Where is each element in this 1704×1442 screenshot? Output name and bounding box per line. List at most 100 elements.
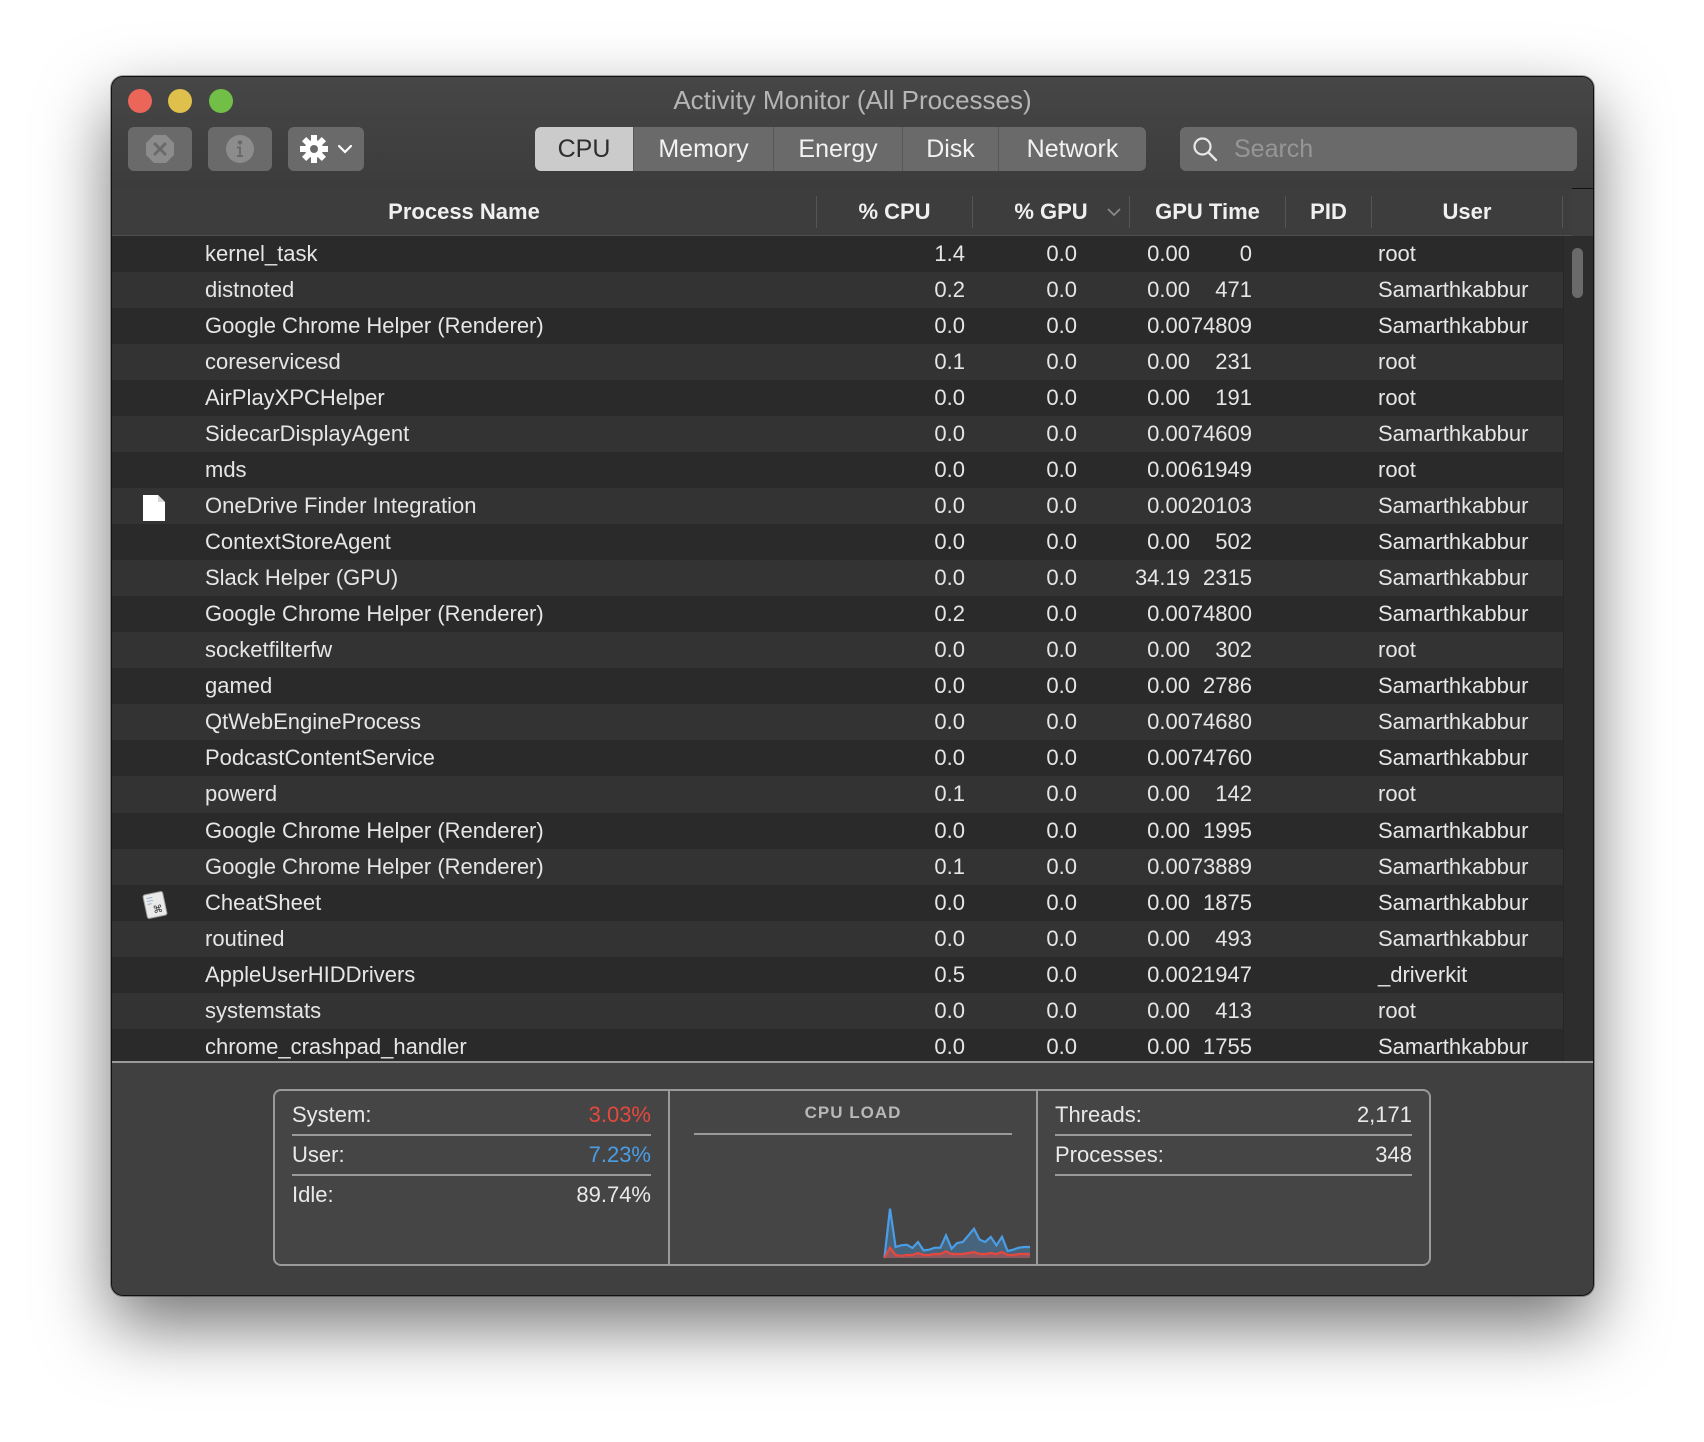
tab-network[interactable]: Network (999, 127, 1146, 171)
column-header-pid[interactable]: PID (1286, 188, 1371, 235)
cpu-percent: 0.5 (934, 961, 965, 987)
tab-cpu[interactable]: CPU (535, 127, 634, 171)
cpu-percent: 0.0 (934, 421, 965, 447)
user: root (1378, 997, 1416, 1023)
tab-energy[interactable]: Energy (774, 127, 903, 171)
processes-value: 348 (1375, 1142, 1412, 1167)
table-row[interactable]: OneDrive Finder Integration 0.0 0.0 0.00 201… (112, 488, 1563, 525)
gpu-percent: 0.0 (1046, 889, 1077, 915)
cpu-percent: 0.0 (934, 817, 965, 843)
gpu-percent: 0.0 (1046, 349, 1077, 375)
user: Samarthkabbur (1378, 925, 1529, 951)
cpu-load-title: CPU LOAD (694, 1099, 1012, 1135)
table-row[interactable]: SidecarDisplayAgent 0.0 0.0 0.00 74609 Samart… (112, 416, 1563, 453)
column-divider[interactable] (1562, 196, 1563, 228)
user: Samarthkabbur (1378, 601, 1529, 627)
user: Samarthkabbur (1378, 529, 1529, 555)
gpu-percent: 0.0 (1046, 745, 1077, 771)
table-row[interactable]: routined 0.0 0.0 0.00 493 Samarthkabbur (112, 920, 1563, 957)
table-row[interactable]: socketfilterfw 0.0 0.0 0.00 302 root (112, 632, 1563, 669)
table-row[interactable]: powerd 0.1 0.0 0.00 142 root (112, 776, 1563, 813)
process-name: Google Chrome Helper (Renderer) (205, 601, 544, 627)
table-row[interactable]: Google Chrome Helper (Renderer) 0.0 0.0 0.0… (112, 812, 1563, 849)
process-name: QtWebEngineProcess (205, 709, 422, 735)
view-options-button[interactable] (288, 127, 364, 171)
tab-memory[interactable]: Memory (634, 127, 774, 171)
table-row[interactable]: distnoted 0.2 0.0 0.00 471 Samarthkabbur (112, 272, 1563, 309)
gpu-time: 0.00 (1147, 493, 1190, 519)
user: Samarthkabbur (1378, 313, 1529, 339)
table-row[interactable]: chrome_crashpad_handler 0.0 0.0 0.00 1755 Sam… (112, 1028, 1563, 1061)
search-input[interactable] (1232, 133, 1556, 165)
column-header-gpu-time[interactable]: GPU Time (1130, 188, 1285, 235)
gpu-percent: 0.0 (1046, 817, 1077, 843)
gpu-time: 0.00 (1147, 349, 1190, 375)
user: root (1378, 781, 1416, 807)
table-row[interactable]: ⌘ CheatSheet 0.0 0.0 0.00 1875 Samarthkabbur (112, 884, 1563, 921)
cpu-percent: 0.0 (934, 1033, 965, 1059)
scrollbar-thumb[interactable] (1572, 248, 1583, 298)
pid: 2315 (1203, 565, 1252, 591)
table-header: Process Name % CPU % GPU GPU Time PID Us… (112, 188, 1572, 237)
threads-label: Threads: (1055, 1102, 1142, 1127)
column-header-cpu[interactable]: % CPU (817, 188, 972, 235)
column-header-gpu[interactable]: % GPU (973, 188, 1129, 235)
column-header-process-name[interactable]: Process Name (112, 188, 816, 235)
pid: 1995 (1203, 817, 1252, 843)
table-row[interactable]: ContextStoreAgent 0.0 0.0 0.00 502 Samarthkab… (112, 524, 1563, 561)
chevron-down-icon (337, 144, 353, 154)
pid: 74760 (1190, 745, 1252, 771)
idle-stat-row: Idle: 89.74% (292, 1176, 651, 1214)
table-row[interactable]: Google Chrome Helper (Renderer) 0.0 0.0 0.0… (112, 308, 1563, 345)
table-row[interactable]: systemstats 0.0 0.0 0.00 413 root (112, 992, 1563, 1029)
cpu-percent: 0.2 (934, 601, 965, 627)
user: root (1378, 349, 1416, 375)
pid: 142 (1215, 781, 1252, 807)
pid: 74680 (1190, 709, 1252, 735)
table-row[interactable]: gamed 0.0 0.0 0.00 2786 Samarthkabbur (112, 668, 1563, 705)
gpu-percent: 0.0 (1046, 241, 1077, 266)
pid: 413 (1215, 997, 1252, 1023)
gpu-percent: 0.0 (1046, 637, 1077, 663)
user: _driverkit (1378, 961, 1468, 987)
table-row[interactable]: AppleUserHIDDrivers 0.5 0.0 0.00 21947 _drive… (112, 956, 1563, 993)
table-row[interactable]: Google Chrome Helper (Renderer) 0.1 0.0 0.0… (112, 848, 1563, 885)
table-row[interactable]: Slack Helper (GPU) 0.0 0.0 34.19 2315 Samarth… (112, 560, 1563, 597)
user: root (1378, 637, 1416, 663)
user: Samarthkabbur (1378, 673, 1529, 699)
table-row[interactable]: coreservicesd 0.1 0.0 0.00 231 root (112, 344, 1563, 381)
process-name: Google Chrome Helper (Renderer) (205, 313, 544, 339)
column-header-user[interactable]: User (1372, 188, 1562, 235)
table-row[interactable]: QtWebEngineProcess 0.0 0.0 0.00 74680 Samarth… (112, 704, 1563, 741)
cpu-percent: 0.2 (934, 277, 965, 303)
tab-disk[interactable]: Disk (903, 127, 999, 171)
system-stat-row: System: 3.03% (292, 1096, 651, 1136)
pid: 74609 (1190, 421, 1252, 447)
cpu-percent: 0.0 (934, 745, 965, 771)
table-row[interactable]: PodcastContentService 0.0 0.0 0.00 74760 Sama… (112, 740, 1563, 777)
gpu-percent: 0.0 (1046, 709, 1077, 735)
gpu-time: 0.00 (1147, 745, 1190, 771)
gpu-percent: 0.0 (1046, 997, 1077, 1023)
system-value: 3.03% (588, 1102, 651, 1127)
cpu-load-panel: CPU LOAD (670, 1091, 1038, 1264)
table-row[interactable]: AirPlayXPCHelper 0.0 0.0 0.00 191 root (112, 380, 1563, 417)
process-name: CheatSheet (205, 889, 322, 915)
gpu-percent: 0.0 (1046, 961, 1077, 987)
user: Samarthkabbur (1378, 565, 1529, 591)
gpu-time: 0.00 (1147, 673, 1190, 699)
pid: 1875 (1203, 889, 1252, 915)
table-row[interactable]: mds 0.0 0.0 0.00 61949 root (112, 452, 1563, 489)
gpu-time: 0.00 (1147, 457, 1190, 483)
process-name: systemstats (205, 997, 322, 1023)
gpu-time: 0.00 (1147, 997, 1190, 1023)
table-row[interactable]: Google Chrome Helper (Renderer) 0.2 0.0 0.0… (112, 596, 1563, 633)
vertical-scrollbar[interactable] (1563, 236, 1593, 1061)
user: root (1378, 457, 1416, 483)
table-row[interactable]: kernel_task 1.4 0.0 0.00 0 root (112, 236, 1563, 273)
inspect-process-button[interactable] (208, 127, 272, 171)
toolbar: Activity Monitor (All Processes) CPU Mem… (112, 77, 1593, 189)
search-field[interactable] (1180, 127, 1577, 171)
processes-stat-row: Processes: 348 (1055, 1136, 1412, 1176)
stop-process-button[interactable] (128, 127, 192, 171)
